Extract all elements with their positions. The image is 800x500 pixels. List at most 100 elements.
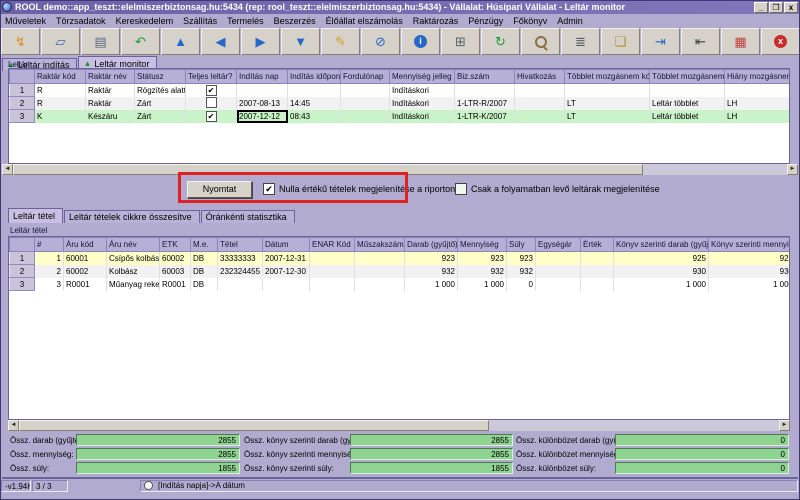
column-header-rh[interactable]	[10, 238, 35, 252]
grid-cell-ertek[interactable]	[581, 252, 614, 265]
prev-record-button[interactable]: ◀	[201, 28, 240, 55]
grid-cell-tetel[interactable]: 33333333	[218, 252, 263, 265]
scroll-right-icon[interactable]: ►	[779, 420, 790, 431]
grid-cell-menny_jelleg[interactable]: Indításkori	[390, 97, 455, 110]
grid-cell-konyv_darab[interactable]: 1 000	[614, 278, 709, 291]
grid-cell-fordulonap[interactable]	[341, 110, 390, 123]
column-header-egysegar[interactable]: Egységár	[536, 238, 581, 252]
column-header-me[interactable]: M.e.	[191, 238, 218, 252]
grid-cell-darab[interactable]: 923	[405, 252, 458, 265]
grid-cell-menny_jelleg[interactable]: Indításkori	[390, 84, 455, 97]
grid-cell-hiany_kod[interactable]: LH	[725, 110, 791, 123]
grid-cell-enar[interactable]	[310, 252, 355, 265]
column-header-etk[interactable]: ETK	[160, 238, 191, 252]
grid-cell-raktar_kod[interactable]: R	[35, 97, 86, 110]
column-header-datum[interactable]: Dátum	[263, 238, 310, 252]
column-header-num[interactable]: #	[35, 238, 64, 252]
grid-cell-hiany_kod[interactable]: LH	[725, 97, 791, 110]
grid-cell-aru_kod[interactable]: 60002	[64, 265, 107, 278]
grid-cell-menny[interactable]: 923	[458, 252, 507, 265]
grid-cell-datum[interactable]: 2007-12-31	[263, 252, 310, 265]
grid-cell-raktar_nev[interactable]: Raktár	[86, 97, 135, 110]
menu-termel-s[interactable]: Termelés	[222, 16, 269, 26]
grid-cell-darab[interactable]: 1 000	[405, 278, 458, 291]
grid-cell-suly[interactable]: 932	[507, 265, 536, 278]
minimize-button[interactable]: _	[754, 2, 768, 13]
menu-admin[interactable]: Admin	[552, 16, 588, 26]
print-report-button[interactable]: ❏	[601, 28, 640, 55]
detail-grid[interactable]: #Áru kódÁru névETKM.e.TételDátumENAR Kód…	[8, 236, 790, 420]
grid-cell-muszak[interactable]	[355, 252, 405, 265]
column-header-menny_jelleg[interactable]: Mennyiség jelleg	[390, 70, 455, 84]
column-header-muszak[interactable]: Műszakszám	[355, 238, 405, 252]
grid-cell-teljes[interactable]: ✔	[186, 84, 237, 97]
grid-cell-rh[interactable]: 3	[10, 110, 35, 123]
grid-cell-darab[interactable]: 932	[405, 265, 458, 278]
scrollbar-thumb[interactable]	[19, 420, 489, 431]
grid-cell-aru_kod[interactable]: 60001	[64, 252, 107, 265]
accept-button[interactable]: ↶	[121, 28, 160, 55]
grid-cell-tetel[interactable]: 232324455	[218, 265, 263, 278]
save-button[interactable]: ▤	[81, 28, 120, 55]
detail-grid-hscrollbar[interactable]: ◄ ►	[8, 420, 790, 431]
grid-cell-inditas_nap[interactable]	[237, 84, 288, 97]
column-header-raktar_nev[interactable]: Raktár név	[86, 70, 135, 84]
menu-l-llat-elsz-mol-s[interactable]: Élőállat elszámolás	[321, 16, 408, 26]
grid-cell-hiany_kod[interactable]	[725, 84, 791, 97]
tab-orankenti-statisztika[interactable]: Óránkénti statisztika	[201, 210, 295, 223]
column-header-enar[interactable]: ENAR Kód	[310, 238, 355, 252]
menu-m-veletek[interactable]: Műveletek	[0, 16, 51, 26]
column-header-tobblet_kod[interactable]: Többlet mozgásnem kód	[565, 70, 650, 84]
export-table-button[interactable]: ⇥	[641, 28, 680, 55]
grid-cell-statusz[interactable]: Zárt	[135, 97, 186, 110]
column-header-rh[interactable]	[10, 70, 35, 84]
grid-cell-inditas_nap[interactable]: 2007-12-12	[237, 110, 288, 123]
grid-cell-datum[interactable]: 2007-12-30	[263, 265, 310, 278]
column-header-raktar_kod[interactable]: Raktár kód	[35, 70, 86, 84]
column-header-teljes[interactable]: Teljes leltár?	[186, 70, 237, 84]
column-header-hiany_kod[interactable]: Hiány mozgásnem kód	[725, 70, 791, 84]
grid-cell-tobblet_kod[interactable]: LT	[565, 110, 650, 123]
grid-cell-muszak[interactable]	[355, 265, 405, 278]
report-grid-button[interactable]: ▦	[721, 28, 760, 55]
grid-cell-biz_szam[interactable]: 1-LTR-K/2007	[455, 110, 515, 123]
form-button[interactable]: ⊞	[441, 28, 480, 55]
grid-cell-tobblet[interactable]	[650, 84, 725, 97]
column-header-fordulonap[interactable]: Fordulónap	[341, 70, 390, 84]
menu-f-k-nyv[interactable]: Főkönyv	[508, 16, 552, 26]
close-button[interactable]: x	[761, 28, 800, 55]
menu-rakt-roz-s[interactable]: Raktározás	[408, 16, 464, 26]
list-button[interactable]: ≣	[561, 28, 600, 55]
grid-cell-rh[interactable]: 1	[10, 84, 35, 97]
grid-cell-inditas_ido[interactable]: 14:45	[288, 97, 341, 110]
grid-cell-biz_szam[interactable]: 1-LTR-R/2007	[455, 97, 515, 110]
menu-p-nz-gy[interactable]: Pénzügy	[463, 16, 508, 26]
grid-cell-aru_nev[interactable]: Csípős kolbász	[107, 252, 160, 265]
grid-cell-egysegar[interactable]	[536, 265, 581, 278]
grid-cell-tobblet_kod[interactable]: LT	[565, 97, 650, 110]
scroll-left-icon[interactable]: ◄	[2, 164, 13, 175]
grid-cell-tobblet[interactable]: Leltár többlet	[650, 97, 725, 110]
grid-cell-rh[interactable]: 1	[10, 252, 35, 265]
column-header-suly[interactable]: Súly	[507, 238, 536, 252]
grid-cell-egysegar[interactable]	[536, 252, 581, 265]
next-record-button[interactable]: ▶	[241, 28, 280, 55]
column-header-biz_szam[interactable]: Biz.szám	[455, 70, 515, 84]
inventory-grid[interactable]: Raktár kódRaktár névStátuszTeljes leltár…	[8, 68, 790, 164]
grid-cell-hivatkozas[interactable]	[515, 110, 565, 123]
grid-cell-inditas_nap[interactable]: 2007-08-13	[237, 97, 288, 110]
column-header-inditas_ido[interactable]: Indítás időpont	[288, 70, 341, 84]
close-window-button[interactable]: x	[784, 2, 798, 13]
exit-button[interactable]: ↯	[1, 28, 40, 55]
grid-cell-konyv_menny[interactable]: 1 000	[709, 278, 791, 291]
row-checkbox[interactable]	[206, 97, 217, 108]
date-mode-radio[interactable]	[144, 481, 153, 490]
grid-cell-ertek[interactable]	[581, 265, 614, 278]
column-header-konyv_menny[interactable]: Könyv szerinti mennyiség	[709, 238, 791, 252]
delete-button[interactable]: ⊘	[361, 28, 400, 55]
column-header-darab[interactable]: Darab (gyűjtő)	[405, 238, 458, 252]
tab-leltar-tetelek-cikkre[interactable]: Leltár tételek cikkre összesítve	[64, 210, 200, 223]
grid-cell-raktar_nev[interactable]: Készáru	[86, 110, 135, 123]
grid-cell-datum[interactable]	[263, 278, 310, 291]
grid-cell-menny_jelleg[interactable]: Indításkori	[390, 110, 455, 123]
